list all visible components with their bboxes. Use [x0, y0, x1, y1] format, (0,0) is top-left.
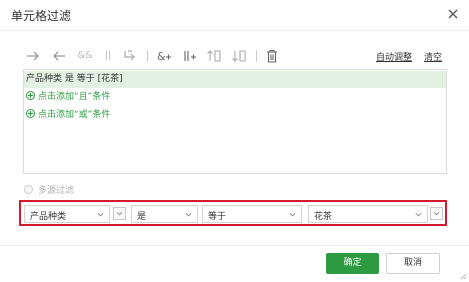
condition-list: 产品种类 是 等于 [花茶] 点击添加“且”条件 点击添加“或”条件 [23, 69, 447, 174]
condition-row[interactable]: 产品种类 是 等于 [花茶] [24, 71, 446, 88]
move-down-icon[interactable] [230, 47, 248, 65]
field-select-value: 产品种类 [30, 212, 67, 222]
move-up-icon[interactable] [205, 47, 223, 65]
add-or-label: 点击添加“或”条件 [38, 110, 111, 120]
add-or-icon[interactable] [181, 47, 199, 65]
filter-editor-row: 产品种类 是 等于 花茶 [19, 200, 447, 226]
toolbar-divider [147, 50, 148, 62]
plus-circle-icon [26, 91, 35, 100]
is-select[interactable]: 是 [131, 205, 198, 223]
field-select[interactable]: 产品种类 [24, 205, 110, 223]
caret-down-icon [433, 211, 440, 216]
value-dropdown-button[interactable] [430, 207, 443, 220]
arrow-left-icon[interactable] [50, 47, 68, 65]
auto-adjust-link[interactable]: 自动调整 [376, 50, 412, 63]
chevron-down-icon [97, 212, 104, 217]
multi-source-label: 多源过滤 [38, 186, 75, 196]
toolbar-divider [256, 50, 257, 62]
operator-select-value: 等于 [208, 212, 227, 222]
add-or-condition-link[interactable]: 点击添加“或”条件 [24, 107, 446, 124]
ok-button[interactable]: 确定 [326, 253, 379, 274]
arrow-right-icon[interactable] [24, 47, 42, 65]
is-select-value: 是 [137, 212, 147, 222]
resize-grip-icon[interactable] [460, 273, 467, 280]
add-and-condition-link[interactable]: 点击添加“且”条件 [24, 89, 446, 106]
caret-down-icon [116, 211, 123, 216]
cell-filter-dialog: 单元格过滤 && || & 自动调整 清空 产品种类 是 等于 [花茶] 点击添… [0, 0, 469, 282]
chevron-down-icon [185, 212, 192, 217]
add-and-label: 点击添加“且”条件 [38, 92, 111, 102]
close-icon[interactable] [445, 6, 461, 22]
and-icon[interactable]: && [76, 47, 94, 65]
operator-select[interactable]: 等于 [202, 205, 302, 223]
value-select-value: 花茶 [314, 212, 333, 222]
multi-source-checkbox[interactable] [24, 185, 33, 194]
value-select[interactable]: 花茶 [308, 205, 428, 223]
svg-text:&: & [157, 50, 166, 63]
switch-icon[interactable] [121, 47, 139, 65]
delete-icon[interactable] [263, 47, 281, 65]
clear-link[interactable]: 清空 [424, 50, 442, 63]
cancel-button[interactable]: 取消 [386, 253, 440, 274]
add-and-icon[interactable]: & [155, 47, 173, 65]
condition-toolbar: && || & 自动调整 清空 [24, 47, 448, 67]
dialog-title: 单元格过滤 [11, 9, 72, 23]
field-dropdown-button[interactable] [113, 207, 126, 220]
multi-source-filter[interactable]: 多源过滤 [24, 183, 75, 196]
chevron-down-icon [289, 212, 296, 217]
dialog-titlebar: 单元格过滤 [0, 0, 469, 31]
plus-circle-icon [26, 109, 35, 118]
chevron-down-icon [415, 212, 422, 217]
or-icon[interactable]: || [99, 47, 117, 65]
